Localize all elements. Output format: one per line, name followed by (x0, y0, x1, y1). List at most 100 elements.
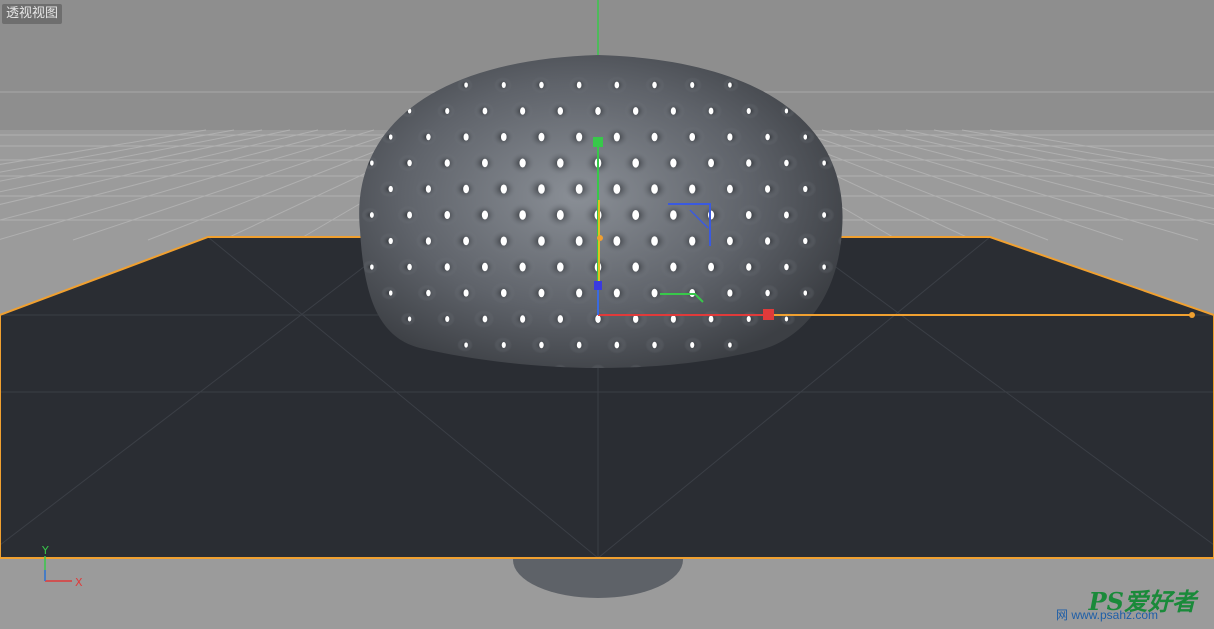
perforation-hole (481, 158, 488, 168)
perforation-hole (784, 108, 789, 114)
perforation-hole (481, 210, 489, 220)
gizmo-z-handle[interactable] (594, 281, 602, 290)
perforation-hole (745, 210, 752, 220)
perforation-hole (765, 289, 770, 297)
perforation-hole (595, 315, 601, 323)
perforation-hole (670, 315, 676, 323)
watermark-site: 网 www.psahz.com (1056, 608, 1159, 622)
perforation-hole (765, 237, 771, 245)
perforation-hole (651, 288, 658, 298)
perforation-hole (765, 185, 771, 193)
perforation-hole (746, 108, 751, 114)
perforation-hole (803, 237, 808, 245)
perforation-hole (538, 236, 545, 246)
perforation-hole (500, 132, 507, 142)
perforation-hole (463, 289, 469, 297)
perforation-hole (651, 132, 658, 142)
perforation-hole (520, 107, 526, 115)
perforation-hole (632, 107, 639, 115)
perforation-hole (670, 210, 677, 220)
perforation-hole (670, 158, 677, 168)
perforation-hole (463, 133, 469, 141)
perforation-hole (482, 315, 488, 323)
perforation-hole (746, 316, 751, 322)
perforation-hole (482, 107, 488, 115)
perforation-hole (557, 262, 564, 272)
perforation-hole (444, 210, 451, 220)
perforation-hole (576, 132, 583, 142)
perforation-hole (369, 212, 374, 218)
perforation-hole (632, 315, 639, 323)
perforation-hole (803, 290, 808, 296)
perforation-hole (822, 212, 827, 218)
perforation-hole (407, 159, 412, 167)
axis-x-label: X (75, 576, 83, 589)
perforation-hole (425, 185, 431, 193)
gizmo-x-handle[interactable] (763, 309, 774, 320)
perforation-hole (445, 316, 450, 322)
perforation-hole (501, 342, 506, 348)
perforation-hole (822, 264, 826, 270)
viewport-scene[interactable] (0, 0, 1214, 629)
perforation-hole (614, 341, 620, 349)
perspective-viewport[interactable]: 透视视图 Y X PS爱好者 网 www.psahz.com (0, 0, 1214, 629)
perforation-hole (575, 236, 583, 246)
perforation-hole (726, 184, 733, 194)
perforation-hole (388, 290, 393, 296)
perforation-hole (539, 81, 544, 89)
perforation-hole (727, 133, 733, 141)
perforation-hole (557, 315, 564, 323)
perforation-hole (822, 160, 826, 166)
perforation-hole (556, 210, 564, 220)
perforation-hole (632, 262, 639, 272)
perforation-hole (690, 82, 695, 88)
perforation-hole (765, 133, 770, 141)
perforation-hole (708, 315, 714, 323)
viewport-title[interactable]: 透视视图 (2, 4, 63, 24)
perforation-hole (728, 342, 732, 348)
perforation-hole (784, 263, 789, 271)
perforation-hole (425, 237, 431, 245)
perforation-hole (520, 315, 526, 323)
perforation-hole (538, 184, 545, 194)
perforation-hole (519, 158, 526, 168)
perforation-hole (707, 210, 715, 220)
perforation-hole (444, 159, 450, 167)
perforation-hole (557, 107, 564, 115)
selection-corner-dot (1189, 312, 1195, 318)
perforation-hole (407, 263, 412, 271)
perforation-hole (632, 158, 639, 168)
perforation-hole (708, 262, 715, 272)
perforation-hole (407, 316, 412, 322)
perforation-hole (370, 264, 374, 270)
perforation-hole (519, 210, 526, 220)
perforation-hole (538, 132, 545, 142)
perforation-hole (690, 342, 695, 348)
dimple (818, 260, 834, 274)
perforation-hole (727, 289, 733, 297)
perforation-hole (500, 184, 507, 194)
perforation-hole (370, 160, 374, 166)
perforation-hole (728, 82, 732, 88)
world-axis-indicator: Y X (41, 544, 83, 589)
perforation-hole (632, 210, 640, 220)
perforation-hole (784, 211, 789, 219)
perforation-hole (670, 107, 676, 115)
perforation-hole (481, 262, 488, 272)
perforation-hole (784, 316, 789, 322)
perforation-hole (426, 133, 431, 141)
perforation-hole (576, 341, 582, 349)
gizmo-y-handle[interactable] (593, 137, 603, 147)
axis-y-label: Y (41, 544, 49, 557)
perforation-hole (613, 132, 620, 142)
perforation-hole (501, 82, 506, 88)
perforation-hole (388, 237, 393, 245)
perforation-hole (426, 289, 431, 297)
perforation-hole (803, 134, 808, 140)
perforation-hole (576, 288, 583, 298)
perforation-hole (444, 263, 450, 271)
perforation-hole (614, 81, 620, 89)
perforation-hole (689, 132, 696, 142)
perforation-hole (651, 184, 658, 194)
perforation-hole (652, 81, 657, 89)
